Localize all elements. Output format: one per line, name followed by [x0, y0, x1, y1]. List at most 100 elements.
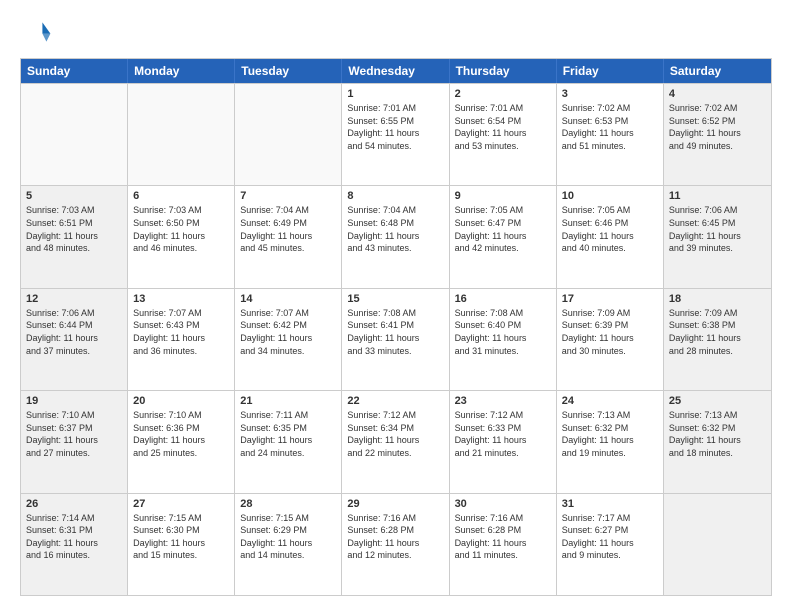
- day-info: Sunrise: 7:17 AM Sunset: 6:27 PM Dayligh…: [562, 512, 658, 562]
- calendar-header: SundayMondayTuesdayWednesdayThursdayFrid…: [21, 59, 771, 83]
- day-info: Sunrise: 7:06 AM Sunset: 6:44 PM Dayligh…: [26, 307, 122, 357]
- day-number: 26: [26, 498, 122, 510]
- header: [20, 16, 772, 48]
- weekday-header: Thursday: [450, 59, 557, 83]
- calendar-cell: 4 Sunrise: 7:02 AM Sunset: 6:52 PM Daylig…: [664, 84, 771, 185]
- weekday-header: Friday: [557, 59, 664, 83]
- logo: [20, 16, 56, 48]
- day-info: Sunrise: 7:16 AM Sunset: 6:28 PM Dayligh…: [347, 512, 443, 562]
- calendar-cell: 8 Sunrise: 7:04 AM Sunset: 6:48 PM Daylig…: [342, 186, 449, 287]
- day-info: Sunrise: 7:13 AM Sunset: 6:32 PM Dayligh…: [562, 409, 658, 459]
- day-number: 30: [455, 498, 551, 510]
- day-number: 15: [347, 293, 443, 305]
- weekday-header: Saturday: [664, 59, 771, 83]
- calendar-cell: 7Sunrise: 7:04 AM Sunset: 6:49 PM Daylig…: [235, 186, 342, 287]
- weekday-header: Tuesday: [235, 59, 342, 83]
- calendar-cell: 15 Sunrise: 7:08 AM Sunset: 6:41 PM Dayli…: [342, 289, 449, 390]
- day-number: 10: [562, 190, 658, 202]
- day-number: 17: [562, 293, 658, 305]
- day-info: Sunrise: 7:15 AM Sunset: 6:30 PM Dayligh…: [133, 512, 229, 562]
- calendar-cell: [235, 84, 342, 185]
- day-number: 25: [669, 395, 766, 407]
- day-info: Sunrise: 7:04 AM Sunset: 6:49 PM Dayligh…: [240, 204, 336, 254]
- day-info: Sunrise: 7:02 AM Sunset: 6:52 PM Dayligh…: [669, 102, 766, 152]
- day-number: 3: [562, 88, 658, 100]
- day-number: 19: [26, 395, 122, 407]
- weekday-header: Monday: [128, 59, 235, 83]
- calendar-cell: 9 Sunrise: 7:05 AM Sunset: 6:47 PM Daylig…: [450, 186, 557, 287]
- day-info: Sunrise: 7:06 AM Sunset: 6:45 PM Dayligh…: [669, 204, 766, 254]
- day-number: 12: [26, 293, 122, 305]
- day-info: Sunrise: 7:12 AM Sunset: 6:34 PM Dayligh…: [347, 409, 443, 459]
- calendar-cell: [21, 84, 128, 185]
- calendar-cell: 2 Sunrise: 7:01 AM Sunset: 6:54 PM Daylig…: [450, 84, 557, 185]
- day-info: Sunrise: 7:10 AM Sunset: 6:36 PM Dayligh…: [133, 409, 229, 459]
- day-info: Sunrise: 7:07 AM Sunset: 6:42 PM Dayligh…: [240, 307, 336, 357]
- day-number: 20: [133, 395, 229, 407]
- day-info: Sunrise: 7:15 AM Sunset: 6:29 PM Dayligh…: [240, 512, 336, 562]
- calendar-row: 12 Sunrise: 7:06 AM Sunset: 6:44 PM Dayli…: [21, 288, 771, 390]
- calendar-cell: 5 Sunrise: 7:03 AM Sunset: 6:51 PM Daylig…: [21, 186, 128, 287]
- calendar-body: 1Sunrise: 7:01 AM Sunset: 6:55 PM Daylig…: [21, 83, 771, 595]
- day-info: Sunrise: 7:02 AM Sunset: 6:53 PM Dayligh…: [562, 102, 658, 152]
- calendar-cell: 25 Sunrise: 7:13 AM Sunset: 6:32 PM Dayli…: [664, 391, 771, 492]
- weekday-header: Sunday: [21, 59, 128, 83]
- calendar-cell: 12 Sunrise: 7:06 AM Sunset: 6:44 PM Dayli…: [21, 289, 128, 390]
- day-number: 31: [562, 498, 658, 510]
- day-info: Sunrise: 7:16 AM Sunset: 6:28 PM Dayligh…: [455, 512, 551, 562]
- calendar-row: 26 Sunrise: 7:14 AM Sunset: 6:31 PM Dayli…: [21, 493, 771, 595]
- calendar: SundayMondayTuesdayWednesdayThursdayFrid…: [20, 58, 772, 596]
- day-number: 9: [455, 190, 551, 202]
- day-info: Sunrise: 7:14 AM Sunset: 6:31 PM Dayligh…: [26, 512, 122, 562]
- calendar-cell: 17 Sunrise: 7:09 AM Sunset: 6:39 PM Dayli…: [557, 289, 664, 390]
- calendar-row: 19 Sunrise: 7:10 AM Sunset: 6:37 PM Dayli…: [21, 390, 771, 492]
- day-info: Sunrise: 7:10 AM Sunset: 6:37 PM Dayligh…: [26, 409, 122, 459]
- day-info: Sunrise: 7:13 AM Sunset: 6:32 PM Dayligh…: [669, 409, 766, 459]
- day-info: Sunrise: 7:05 AM Sunset: 6:47 PM Dayligh…: [455, 204, 551, 254]
- calendar-cell: 27 Sunrise: 7:15 AM Sunset: 6:30 PM Dayli…: [128, 494, 235, 595]
- day-info: Sunrise: 7:07 AM Sunset: 6:43 PM Dayligh…: [133, 307, 229, 357]
- calendar-cell: 19 Sunrise: 7:10 AM Sunset: 6:37 PM Dayli…: [21, 391, 128, 492]
- calendar-row: 5 Sunrise: 7:03 AM Sunset: 6:51 PM Daylig…: [21, 185, 771, 287]
- page: SundayMondayTuesdayWednesdayThursdayFrid…: [0, 0, 792, 612]
- day-number: 6: [133, 190, 229, 202]
- day-info: Sunrise: 7:04 AM Sunset: 6:48 PM Dayligh…: [347, 204, 443, 254]
- calendar-cell: 29 Sunrise: 7:16 AM Sunset: 6:28 PM Dayli…: [342, 494, 449, 595]
- day-number: 22: [347, 395, 443, 407]
- calendar-cell: 1Sunrise: 7:01 AM Sunset: 6:55 PM Daylig…: [342, 84, 449, 185]
- day-number: 13: [133, 293, 229, 305]
- calendar-cell: 11 Sunrise: 7:06 AM Sunset: 6:45 PM Dayli…: [664, 186, 771, 287]
- day-number: 5: [26, 190, 122, 202]
- day-info: Sunrise: 7:01 AM Sunset: 6:55 PM Dayligh…: [347, 102, 443, 152]
- calendar-cell: 21Sunrise: 7:11 AM Sunset: 6:35 PM Dayli…: [235, 391, 342, 492]
- calendar-cell: 30 Sunrise: 7:16 AM Sunset: 6:28 PM Dayli…: [450, 494, 557, 595]
- calendar-cell: 13 Sunrise: 7:07 AM Sunset: 6:43 PM Dayli…: [128, 289, 235, 390]
- day-number: 29: [347, 498, 443, 510]
- calendar-cell: 6 Sunrise: 7:03 AM Sunset: 6:50 PM Daylig…: [128, 186, 235, 287]
- day-number: 4: [669, 88, 766, 100]
- day-number: 11: [669, 190, 766, 202]
- calendar-cell: 24Sunrise: 7:13 AM Sunset: 6:32 PM Dayli…: [557, 391, 664, 492]
- day-info: Sunrise: 7:11 AM Sunset: 6:35 PM Dayligh…: [240, 409, 336, 459]
- day-info: Sunrise: 7:03 AM Sunset: 6:51 PM Dayligh…: [26, 204, 122, 254]
- calendar-row: 1Sunrise: 7:01 AM Sunset: 6:55 PM Daylig…: [21, 83, 771, 185]
- day-number: 28: [240, 498, 336, 510]
- day-number: 16: [455, 293, 551, 305]
- logo-icon: [20, 16, 52, 48]
- calendar-cell: 26 Sunrise: 7:14 AM Sunset: 6:31 PM Dayli…: [21, 494, 128, 595]
- calendar-cell: 22 Sunrise: 7:12 AM Sunset: 6:34 PM Dayli…: [342, 391, 449, 492]
- calendar-cell: 20 Sunrise: 7:10 AM Sunset: 6:36 PM Dayli…: [128, 391, 235, 492]
- calendar-cell: 10Sunrise: 7:05 AM Sunset: 6:46 PM Dayli…: [557, 186, 664, 287]
- day-info: Sunrise: 7:03 AM Sunset: 6:50 PM Dayligh…: [133, 204, 229, 254]
- day-number: 8: [347, 190, 443, 202]
- day-number: 2: [455, 88, 551, 100]
- calendar-cell: 16Sunrise: 7:08 AM Sunset: 6:40 PM Dayli…: [450, 289, 557, 390]
- day-info: Sunrise: 7:09 AM Sunset: 6:39 PM Dayligh…: [562, 307, 658, 357]
- weekday-header: Wednesday: [342, 59, 449, 83]
- calendar-cell: 3 Sunrise: 7:02 AM Sunset: 6:53 PM Daylig…: [557, 84, 664, 185]
- day-info: Sunrise: 7:01 AM Sunset: 6:54 PM Dayligh…: [455, 102, 551, 152]
- day-info: Sunrise: 7:08 AM Sunset: 6:41 PM Dayligh…: [347, 307, 443, 357]
- calendar-cell: 23Sunrise: 7:12 AM Sunset: 6:33 PM Dayli…: [450, 391, 557, 492]
- day-number: 27: [133, 498, 229, 510]
- calendar-cell: 28 Sunrise: 7:15 AM Sunset: 6:29 PM Dayli…: [235, 494, 342, 595]
